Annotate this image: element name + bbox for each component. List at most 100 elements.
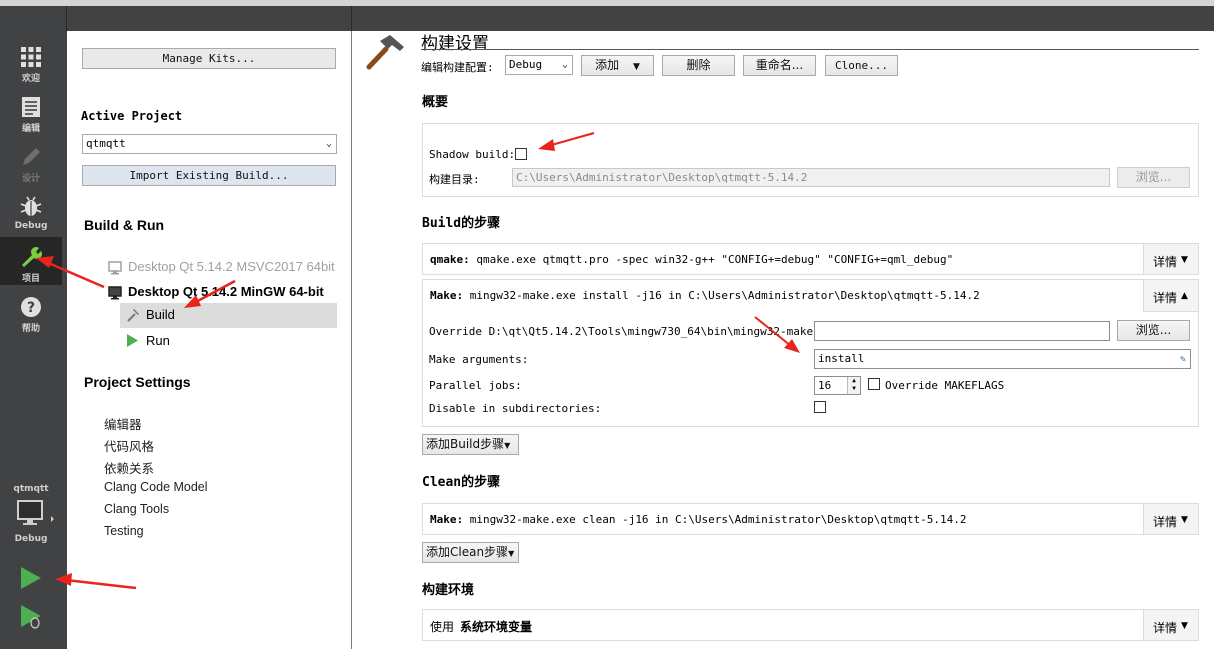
qmake-step: qmake: qmake.exe qtmqtt.pro -spec win32-… bbox=[422, 243, 1199, 275]
debug-run-button[interactable] bbox=[18, 603, 44, 629]
disable-subdirs-label: Disable in subdirectories: bbox=[429, 402, 602, 415]
settings-item-dependencies[interactable]: 依赖关系 bbox=[104, 458, 154, 477]
add-clean-step-button[interactable]: 添加Clean步骤▼ bbox=[422, 542, 519, 563]
pencil-icon bbox=[23, 148, 40, 165]
dropdown-arrow-icon: ▼ bbox=[504, 441, 511, 450]
chevron-down-icon: ⌄ bbox=[325, 138, 332, 149]
mode-label: 编辑 bbox=[21, 124, 40, 134]
settings-item-editor[interactable]: 编辑器 bbox=[104, 414, 142, 433]
config-value: Debug bbox=[509, 58, 543, 71]
mode-edit[interactable]: 编辑 bbox=[0, 87, 62, 135]
env-value: 系统环境变量 bbox=[460, 620, 533, 634]
clean-step-summary: Make: mingw32-make.exe clean -j16 in C:\… bbox=[430, 513, 966, 526]
override-make-input[interactable] bbox=[814, 321, 1110, 341]
build-dir-input[interactable]: C:\Users\Administrator\Desktop\qtmqtt-5.… bbox=[512, 168, 1110, 187]
help-icon: ? bbox=[21, 297, 41, 317]
config-select[interactable]: Debug ⌄ bbox=[505, 55, 573, 75]
build-env-heading: 构建环境 bbox=[422, 583, 475, 598]
add-build-step-button[interactable]: 添加Build步骤▼ bbox=[422, 434, 519, 455]
clone-config-button[interactable]: Clone... bbox=[825, 55, 898, 76]
make-step-command: mingw32-make.exe install -j16 in C:\User… bbox=[469, 289, 980, 302]
kit-target-label: qtmqtt bbox=[13, 484, 49, 494]
variable-chooser-icon[interactable]: ✎ bbox=[1180, 351, 1186, 369]
make-step-summary: Make: mingw32-make.exe install -j16 in C… bbox=[430, 289, 980, 302]
chevron-down-icon: ▼ bbox=[1181, 515, 1188, 525]
monitor-icon bbox=[108, 286, 122, 300]
spin-arrows-icon[interactable]: ▲ ▼ bbox=[847, 377, 860, 394]
shadow-build-checkbox[interactable] bbox=[515, 148, 527, 160]
qmake-details-button[interactable]: 详情 ▼ bbox=[1143, 244, 1198, 274]
monitor-icon bbox=[108, 261, 122, 275]
mode-label: Debug bbox=[14, 221, 48, 231]
run-tree-item[interactable]: Run bbox=[120, 329, 270, 353]
browse-build-dir-button[interactable]: 浏览... bbox=[1117, 167, 1190, 188]
parallel-jobs-value: 16 bbox=[818, 379, 832, 392]
kit-label: Desktop Qt 5.14.2 MSVC2017 64bit bbox=[128, 259, 335, 274]
active-project-select[interactable]: qtmqtt ⌄ bbox=[82, 134, 337, 154]
override-makeflags-label: Override MAKEFLAGS bbox=[885, 379, 1005, 392]
top-divider bbox=[351, 6, 352, 31]
make-args-label: Make arguments: bbox=[429, 353, 529, 366]
build-label: Build bbox=[146, 307, 175, 322]
grid-icon bbox=[21, 47, 41, 67]
kit-label: Desktop Qt 5.14.2 MinGW 64-bit bbox=[128, 284, 324, 299]
document-icon bbox=[22, 97, 40, 117]
override-makeflags-checkbox[interactable] bbox=[868, 378, 880, 390]
import-build-button[interactable]: Import Existing Build... bbox=[82, 165, 336, 186]
clean-step: Make: mingw32-make.exe clean -j16 in C:\… bbox=[422, 503, 1199, 535]
make-args-value: install bbox=[818, 352, 865, 365]
title-underline bbox=[421, 49, 1199, 50]
kit-selector[interactable] bbox=[16, 499, 56, 531]
settings-item-code-style[interactable]: 代码风格 bbox=[104, 436, 154, 455]
hammer-icon bbox=[127, 309, 139, 322]
build-steps-heading: Build的步骤 bbox=[422, 216, 501, 231]
mode-projects[interactable]: 项目 bbox=[0, 237, 62, 285]
manage-kits-button[interactable]: Manage Kits... bbox=[82, 48, 336, 69]
settings-item-clang-tools[interactable]: Clang Tools bbox=[104, 502, 169, 516]
project-panel: Manage Kits... Active Project qtmqtt ⌄ I… bbox=[67, 31, 351, 649]
add-label: 添加 bbox=[595, 58, 620, 72]
env-use-label: 使用 bbox=[430, 620, 455, 634]
mode-debug[interactable]: Debug bbox=[0, 187, 62, 235]
build-dir-label: 构建目录: bbox=[429, 173, 480, 186]
build-tree-item[interactable]: Build bbox=[120, 303, 337, 328]
details-label: 详情 bbox=[1153, 291, 1178, 305]
title-bar-edge bbox=[0, 0, 1214, 6]
make-args-input[interactable]: install ✎ bbox=[814, 349, 1191, 369]
parallel-jobs-spinbox[interactable]: 16 ▲ ▼ bbox=[814, 376, 861, 395]
chevron-down-icon: ▼ bbox=[1181, 621, 1188, 631]
settings-item-testing[interactable]: Testing bbox=[104, 524, 144, 538]
qmake-step-summary: qmake: qmake.exe qtmqtt.pro -spec win32-… bbox=[430, 253, 953, 266]
chevron-down-icon: ⌄ bbox=[561, 59, 568, 70]
bug-icon bbox=[20, 196, 42, 216]
clean-steps-heading: Clean的步骤 bbox=[422, 475, 501, 490]
svg-text:?: ? bbox=[27, 300, 35, 316]
delete-config-button[interactable]: 删除 bbox=[662, 55, 735, 76]
settings-item-clang-code-model[interactable]: Clang Code Model bbox=[104, 480, 208, 494]
details-label: 详情 bbox=[1153, 255, 1178, 269]
rename-config-button[interactable]: 重命名... bbox=[743, 55, 816, 76]
monitor-icon bbox=[17, 500, 54, 525]
build-run-heading: Build & Run bbox=[84, 217, 165, 233]
build-settings-page: 构建设置 编辑构建配置: Debug ⌄ 添加 ▼ 删除 重命名... Clon… bbox=[352, 31, 1214, 649]
env-details-button[interactable]: 详情 ▼ bbox=[1143, 610, 1198, 640]
mode-help[interactable]: ? 帮助 bbox=[0, 287, 62, 335]
clean-details-button[interactable]: 详情 ▼ bbox=[1143, 504, 1198, 534]
build-env-row: 使用 系统环境变量 详情 ▼ bbox=[422, 609, 1199, 641]
disable-subdirs-checkbox[interactable] bbox=[814, 401, 826, 413]
run-label: Run bbox=[146, 333, 170, 348]
run-button[interactable] bbox=[18, 565, 44, 591]
mode-label: 欢迎 bbox=[21, 74, 40, 84]
browse-make-button[interactable]: 浏览... bbox=[1117, 320, 1190, 341]
make-details-button[interactable]: 详情 ▲ bbox=[1143, 280, 1198, 312]
mode-label: 设计 bbox=[21, 174, 40, 184]
clean-step-command: mingw32-make.exe clean -j16 in C:\Users\… bbox=[469, 513, 967, 526]
mode-design[interactable]: 设计 bbox=[0, 137, 62, 185]
mode-welcome[interactable]: 欢迎 bbox=[0, 37, 62, 85]
play-icon bbox=[127, 334, 138, 347]
details-label: 详情 bbox=[1153, 621, 1178, 635]
active-project-value: qtmqtt bbox=[86, 137, 126, 150]
mode-bar: 欢迎 编辑 设计 Debug 项目 ? 帮助 qtmqtt Debug bbox=[0, 31, 67, 649]
add-config-button[interactable]: 添加 ▼ bbox=[581, 55, 654, 76]
top-divider bbox=[66, 6, 67, 31]
